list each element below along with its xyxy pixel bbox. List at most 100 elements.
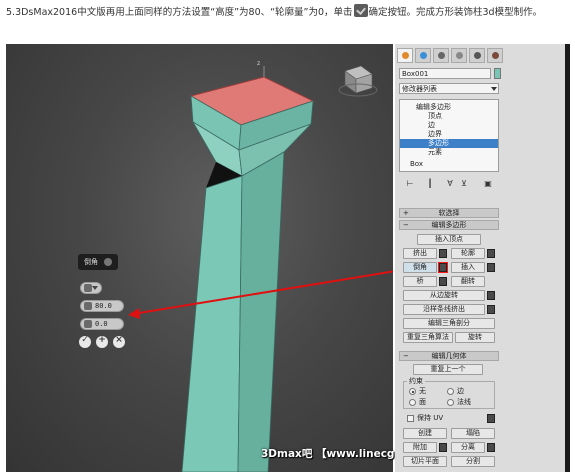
tab-utilities[interactable]	[487, 48, 503, 63]
collapse-button[interactable]: 塌陷	[451, 428, 495, 439]
tab-create[interactable]	[397, 48, 413, 63]
constraint-normal-label: 法线	[457, 398, 471, 406]
object-color-swatch[interactable]	[494, 68, 501, 79]
retriangulate-button[interactable]: 重复三角算法	[403, 332, 453, 343]
command-tabs	[395, 48, 565, 64]
height-icon	[84, 302, 92, 310]
attach-settings-button[interactable]	[439, 443, 447, 452]
column-model: z	[128, 60, 393, 472]
create-icon	[402, 52, 409, 59]
flip-button[interactable]: 翻转	[451, 276, 485, 287]
check-icon: ✓	[81, 335, 89, 345]
modify-icon	[420, 52, 427, 59]
tab-modify[interactable]	[415, 48, 431, 63]
shaft-right	[237, 151, 285, 472]
close-icon: ×	[115, 335, 123, 345]
attach-button[interactable]: 附加	[403, 442, 437, 453]
bevel-settings-button[interactable]	[438, 262, 448, 273]
collapse-icon: −	[403, 221, 409, 229]
stack-item-border[interactable]: 边界	[400, 130, 498, 139]
command-panel: Box001 修改器列表 编辑多边形 顶点 边 边界 多边形 元素 Box ⊢ …	[395, 44, 570, 472]
rollout-edit-geometry[interactable]: − 编辑几何体	[399, 351, 499, 361]
plus-icon: +	[98, 335, 106, 345]
panel-scrollbar[interactable]	[565, 44, 570, 472]
repeat-last-button[interactable]: 重复上一个	[413, 364, 483, 375]
hierarchy-icon	[438, 52, 445, 59]
caddy-ok-button[interactable]: ✓	[79, 335, 91, 348]
height-field[interactable]: 80.0	[80, 300, 124, 312]
max-screenshot: z 倒角 80.0 0.0 ✓ + × 3Dmax吧 【www.linecg.c…	[6, 44, 570, 472]
chevron-down-icon	[491, 87, 497, 91]
caddy-apply-button[interactable]: +	[96, 335, 108, 348]
constraint-none-radio[interactable]	[409, 388, 416, 395]
motion-icon	[456, 52, 463, 59]
outline-settings-button[interactable]	[487, 249, 495, 258]
stack-item-polygon[interactable]: 多边形	[400, 139, 498, 148]
pin-stack-icon[interactable]: ⊢	[405, 179, 415, 191]
preserve-uv-label: 保持 UV	[417, 414, 444, 422]
stack-item-element[interactable]: 元素	[400, 148, 498, 157]
tab-motion[interactable]	[451, 48, 467, 63]
perspective-viewport[interactable]: z 倒角 80.0 0.0 ✓ + × 3Dmax吧 【www.linecg.c…	[6, 44, 501, 472]
caption-text-before: 5.3DsMax2016中文版再用上面同样的方法设置“高度”为80、“轮廓量”为…	[6, 7, 353, 18]
detach-button[interactable]: 分离	[451, 442, 485, 453]
bevel-button[interactable]: 倒角	[403, 262, 437, 273]
preserve-uv-settings-button[interactable]	[487, 414, 495, 423]
bevel-type-dropdown[interactable]	[80, 282, 102, 294]
caption-text-after: 确定按钮。完成方形装饰柱3d模型制作。	[368, 7, 543, 18]
rollout-edit-geometry-label: 编辑几何体	[431, 352, 467, 360]
display-icon	[474, 52, 481, 59]
constraint-face-radio[interactable]	[409, 399, 416, 406]
constraint-none-label: 无	[419, 387, 426, 395]
constraint-edge-radio[interactable]	[447, 388, 454, 395]
inset-settings-button[interactable]	[487, 263, 495, 272]
check-icon	[353, 4, 368, 17]
bridge-button[interactable]: 桥	[403, 276, 437, 287]
extrude-along-spline-button[interactable]: 沿样条线挤出	[403, 304, 485, 315]
modifier-stack: 编辑多边形 顶点 边 边界 多边形 元素 Box	[399, 99, 499, 172]
stack-toolbar: ⊢ ┃ ∀ ⊻ ▣	[399, 179, 499, 193]
bevel-caddy-title: 倒角	[78, 254, 118, 270]
detach-settings-button[interactable]	[487, 443, 495, 452]
split-button[interactable]: 分割	[451, 456, 495, 467]
stack-item-edit-poly[interactable]: 编辑多边形	[400, 103, 498, 112]
extrude-settings-button[interactable]	[439, 249, 447, 258]
stack-item-box[interactable]: Box	[400, 160, 498, 169]
preserve-uv-checkbox[interactable]	[407, 415, 414, 422]
outline-button[interactable]: 轮廓	[451, 248, 485, 259]
extrude-button[interactable]: 挤出	[403, 248, 437, 259]
tab-display[interactable]	[469, 48, 485, 63]
modifier-list-dropdown[interactable]: 修改器列表	[399, 83, 499, 94]
rollout-edit-polygons-label: 编辑多边形	[431, 221, 467, 229]
outline-icon	[84, 320, 92, 328]
tab-hierarchy[interactable]	[433, 48, 449, 63]
rollout-soft-selection-label: 软选择	[438, 209, 460, 217]
make-unique-icon[interactable]: ∀	[445, 179, 455, 191]
show-end-result-icon[interactable]: ┃	[425, 179, 435, 191]
modifier-list-label: 修改器列表	[402, 85, 437, 93]
hinge-from-edge-button[interactable]: 从边旋转	[403, 290, 485, 301]
insert-vertex-button[interactable]: 插入顶点	[417, 234, 481, 245]
create-button[interactable]: 创建	[403, 428, 447, 439]
utilities-icon	[492, 52, 499, 59]
object-name-field[interactable]: Box001	[399, 68, 491, 79]
slice-plane-button[interactable]: 切片平面	[403, 456, 447, 467]
extrude-spline-settings-button[interactable]	[487, 305, 495, 314]
configure-sets-icon[interactable]: ▣	[483, 179, 493, 191]
hinge-settings-button[interactable]	[487, 291, 495, 300]
rollout-edit-polygons[interactable]: − 编辑多边形	[399, 220, 499, 230]
inset-button[interactable]: 插入	[451, 262, 485, 273]
collapse-icon: −	[403, 352, 409, 360]
caddy-cancel-button[interactable]: ×	[113, 335, 125, 348]
constraint-normal-radio[interactable]	[447, 399, 454, 406]
rollout-soft-selection[interactable]: + 软选择	[399, 208, 499, 218]
stack-item-edge[interactable]: 边	[400, 121, 498, 130]
stack-item-vertex[interactable]: 顶点	[400, 112, 498, 121]
outline-field[interactable]: 0.0	[80, 318, 124, 330]
edit-triangulation-button[interactable]: 编辑三角剖分	[403, 318, 495, 329]
caddy-arrow-icon[interactable]	[104, 258, 112, 266]
bridge-settings-button[interactable]	[439, 277, 447, 286]
turn-button[interactable]: 旋转	[455, 332, 495, 343]
remove-modifier-icon[interactable]: ⊻	[459, 179, 469, 191]
constraint-face-label: 面	[419, 398, 426, 406]
